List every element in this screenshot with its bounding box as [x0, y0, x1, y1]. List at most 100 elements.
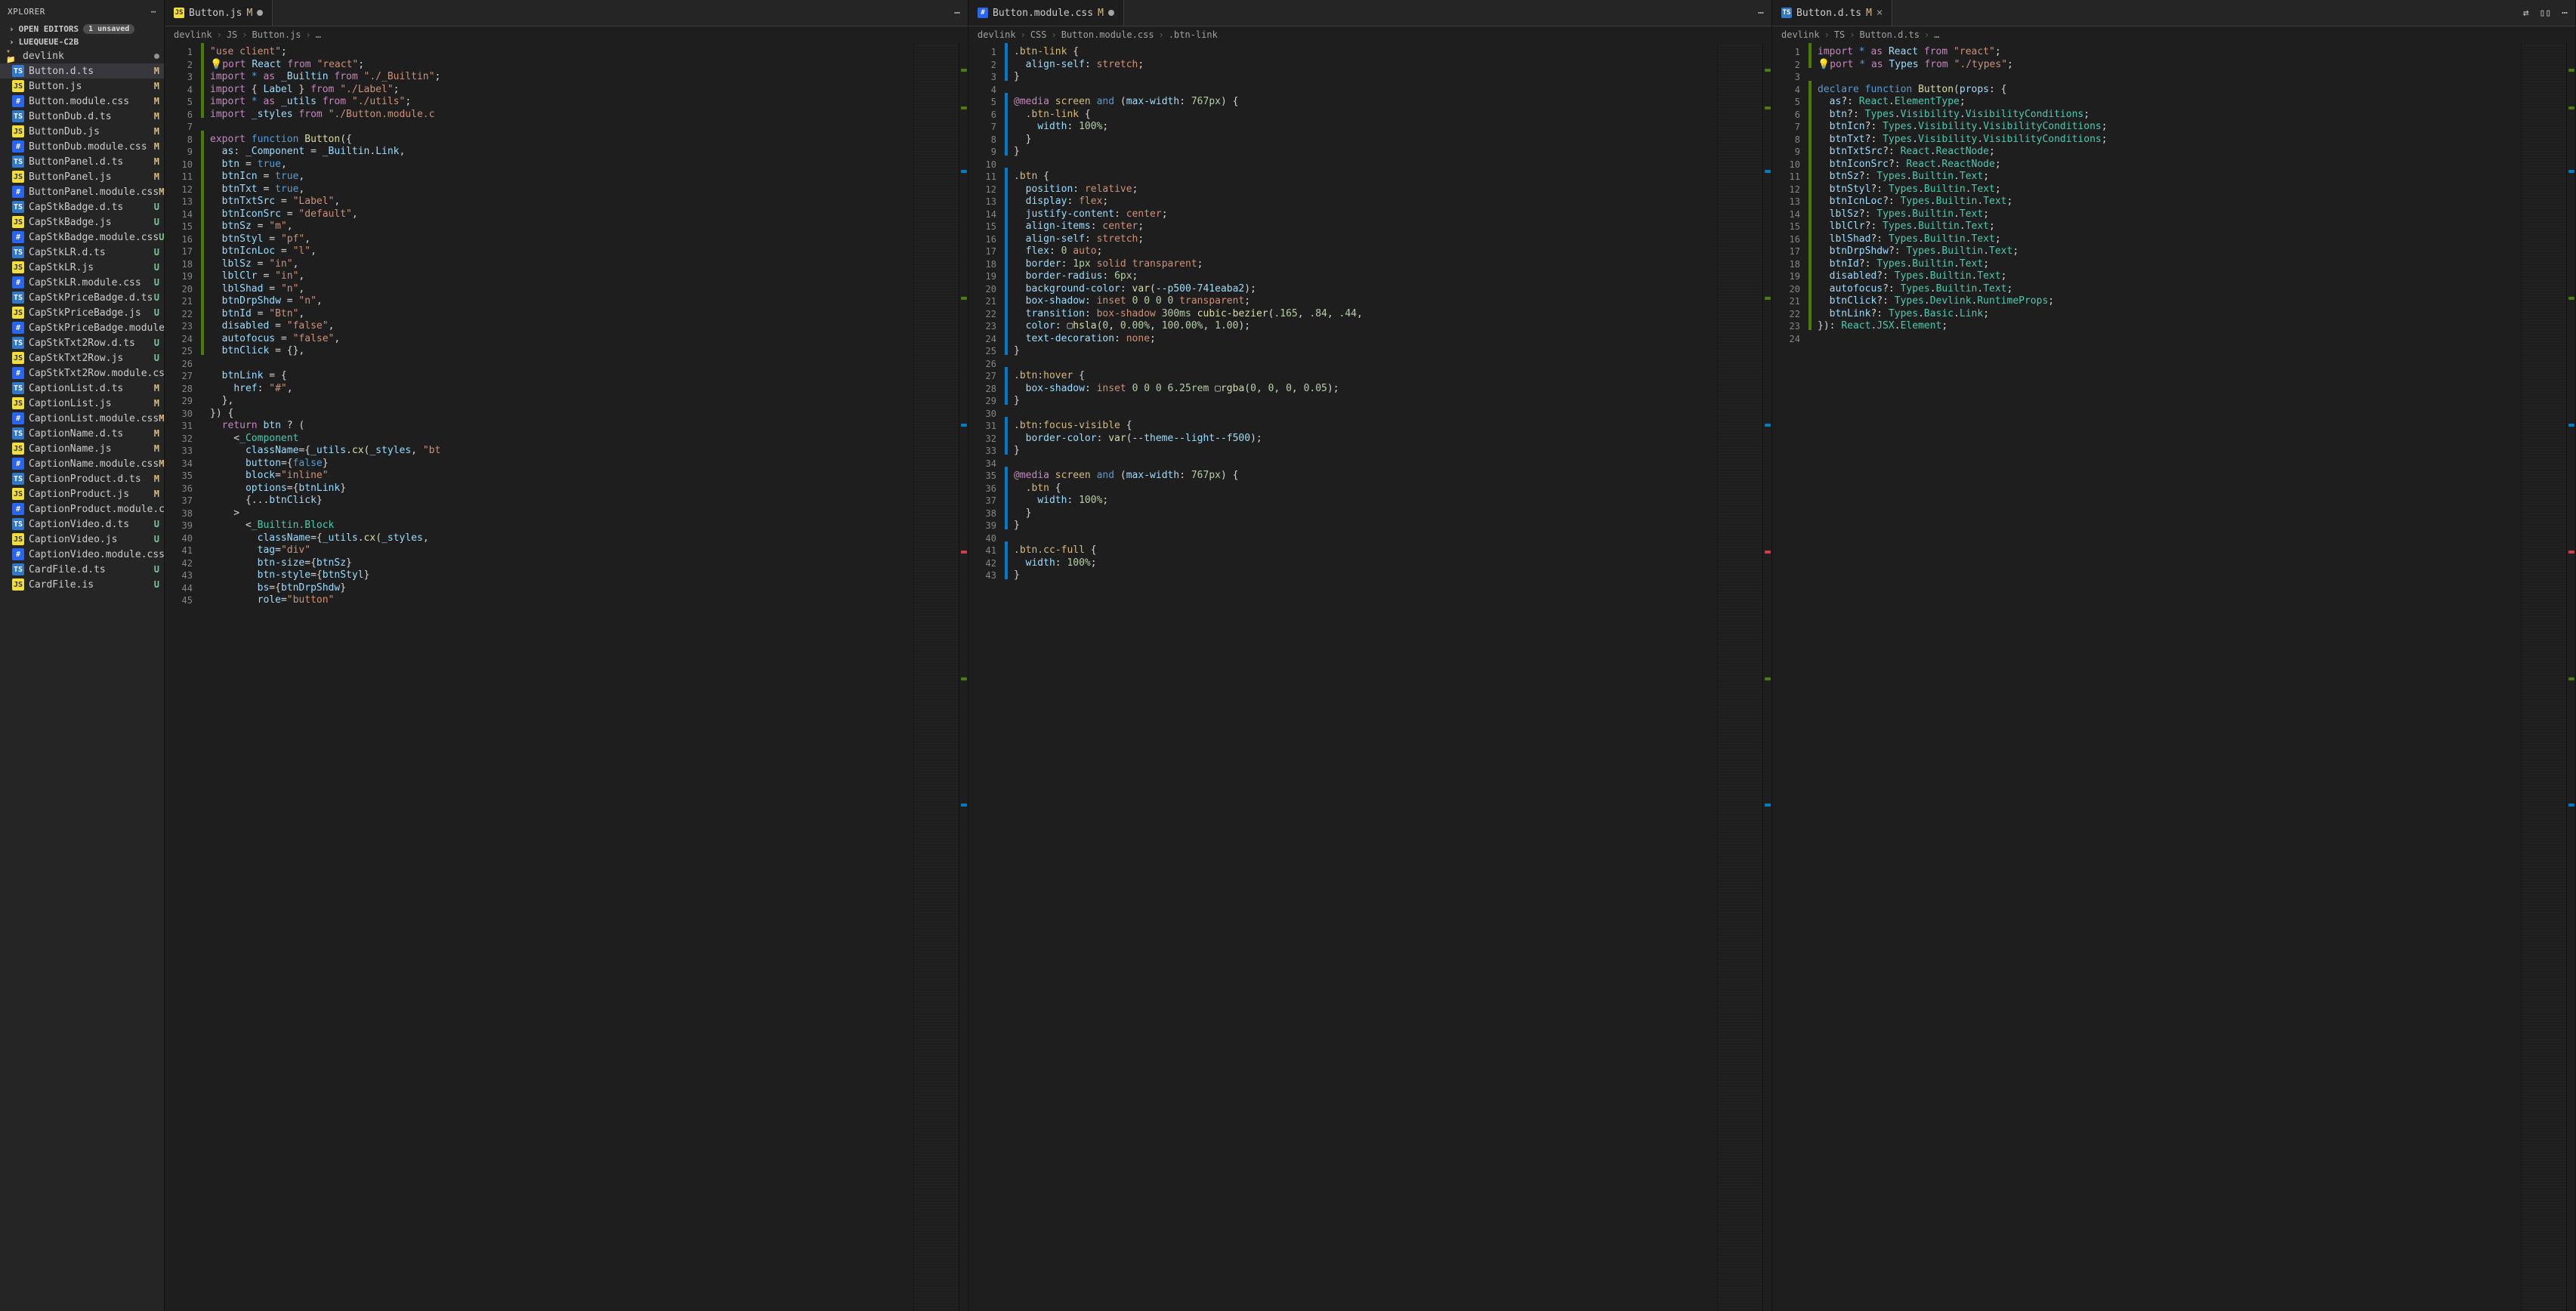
pane-more-icon[interactable]: ⋯ [1758, 8, 1764, 19]
file-item[interactable]: JSCapStkLR.jsU [0, 260, 164, 275]
minimap[interactable] [2521, 43, 2566, 1311]
file-item[interactable]: TSCapStkBadge.d.tsU [0, 199, 164, 214]
file-item[interactable]: #CapStkLR.module.cssU [0, 275, 164, 290]
file-item[interactable]: JSCapStkPriceBadge.jsU [0, 305, 164, 320]
file-item[interactable]: TSCapStkLR.d.tsU [0, 245, 164, 260]
file-item[interactable]: JSButtonDub.jsM [0, 124, 164, 139]
breadcrumb-segment[interactable]: Button.module.css [1061, 29, 1154, 40]
code-editor[interactable]: 1234567891011121314151617181920212223242… [968, 43, 1771, 1311]
editor-groups: JSButton.jsM⋯devlink›JS›Button.js›…12345… [165, 0, 2576, 1311]
breadcrumb[interactable]: devlink›TS›Button.d.ts›… [1772, 26, 2575, 43]
file-item[interactable]: JSCapStkBadge.jsU [0, 214, 164, 230]
pane-actions: ⋯ [1750, 8, 1771, 19]
explorer-header: XPLORER ⋯ [0, 0, 164, 23]
file-item[interactable]: #CapStkBadge.module.cssU [0, 230, 164, 245]
overview-ruler[interactable] [2566, 43, 2575, 1311]
file-item[interactable]: JSCaptionProduct.jsM [0, 486, 164, 501]
file-item[interactable]: TSCaptionVideo.d.tsU [0, 517, 164, 532]
file-item[interactable]: TSCapStkTxt2Row.d.tsU [0, 335, 164, 350]
editor-top-actions: ⇄ ▯▯ ⋯ [2516, 8, 2575, 19]
pane-actions: ⋯ [947, 8, 968, 19]
js-file-icon: JS [174, 8, 184, 18]
breadcrumb-segment[interactable]: JS [227, 29, 237, 40]
breadcrumb[interactable]: devlink›CSS›Button.module.css›.btn-link [968, 26, 1771, 43]
file-item[interactable]: #CaptionName.module.cssM [0, 456, 164, 471]
css-file-icon: # [12, 367, 24, 379]
file-item[interactable]: TSCaptionName.d.tsM [0, 426, 164, 441]
ts-file-icon: TS [12, 427, 24, 440]
minimap[interactable] [1717, 43, 1762, 1311]
git-status-badge: U [154, 564, 159, 575]
file-item[interactable]: JSCardFile.isU [0, 577, 164, 592]
workspace-header[interactable]: › LUEQUEUE-C2B [0, 35, 164, 48]
open-editors-header[interactable]: › OPEN EDITORS 1 unsaved [0, 23, 164, 35]
minimap[interactable] [913, 43, 959, 1311]
file-item[interactable]: #CaptionProduct.module.cssM [0, 501, 164, 517]
file-name: CaptionVideo.d.ts [29, 519, 129, 530]
split-editor-icon[interactable]: ▯▯ [2540, 8, 2552, 19]
compare-changes-icon[interactable]: ⇄ [2523, 8, 2529, 19]
js-file-icon: JS [12, 216, 24, 228]
editor-tab[interactable]: TSButton.d.tsM× [1772, 0, 1892, 26]
breadcrumb-segment[interactable]: Button.d.ts [1860, 29, 1920, 40]
file-item[interactable]: JSCaptionVideo.jsU [0, 532, 164, 547]
breadcrumb-segment[interactable]: devlink [174, 29, 212, 40]
code-editor[interactable]: 123456789101112131415161718192021222324i… [1772, 43, 2575, 1311]
folder-devlink[interactable]: ▾📁 devlink [0, 48, 164, 63]
file-item[interactable]: #Button.module.cssM [0, 94, 164, 109]
overview-ruler[interactable] [959, 43, 968, 1311]
code-content[interactable]: "use client"; 💡port React from "react"; … [204, 43, 913, 1311]
breadcrumb-segment[interactable]: TS [1834, 29, 1845, 40]
code-editor[interactable]: 1234567891011121314151617181920212223242… [165, 43, 968, 1311]
file-item[interactable]: JSCaptionList.jsM [0, 396, 164, 411]
file-item[interactable]: JSCapStkTxt2Row.jsU [0, 350, 164, 366]
breadcrumb-segment[interactable]: devlink [978, 29, 1016, 40]
code-content[interactable]: import * as React from "react"; 💡port * … [1812, 43, 2521, 1311]
file-item[interactable]: TSButtonPanel.d.tsM [0, 154, 164, 169]
file-item[interactable]: #ButtonPanel.module.cssM [0, 184, 164, 199]
file-item[interactable]: #CapStkTxt2Row.module.cssU [0, 366, 164, 381]
breadcrumb-segment[interactable]: CSS [1030, 29, 1047, 40]
pane-more-icon[interactable]: ⋯ [954, 8, 960, 19]
breadcrumb-segment[interactable]: … [1934, 29, 1939, 40]
more-icon[interactable]: ⋯ [2562, 8, 2568, 19]
file-name: CaptionList.d.ts [29, 383, 123, 394]
css-file-icon: # [12, 458, 24, 470]
tab-bar: TSButton.d.tsM× ⇄ ▯▯ ⋯ [1772, 0, 2575, 26]
file-name: CardFile.is [29, 579, 94, 591]
editor-tab[interactable]: JSButton.jsM [165, 0, 273, 26]
breadcrumb-segment[interactable]: .btn-link [1169, 29, 1218, 40]
explorer-more-icon[interactable]: ⋯ [151, 7, 156, 17]
ts-file-icon: TS [12, 110, 24, 122]
code-content[interactable]: .btn-link { align-self: stretch; } @medi… [1008, 43, 1717, 1311]
file-item[interactable]: JSButton.jsM [0, 79, 164, 94]
file-item[interactable]: TSCardFile.d.tsU [0, 562, 164, 577]
file-item[interactable]: #CapStkPriceBadge.module...U [0, 320, 164, 335]
folder-label: devlink [23, 51, 64, 62]
file-item[interactable]: TSCaptionList.d.tsM [0, 381, 164, 396]
file-item[interactable]: #CaptionList.module.cssM [0, 411, 164, 426]
file-item[interactable]: #CaptionVideo.module.cssU [0, 547, 164, 562]
js-file-icon: JS [12, 443, 24, 455]
breadcrumb-segment[interactable]: devlink [1781, 29, 1820, 40]
file-name: ButtonPanel.module.css [29, 187, 159, 198]
file-name: CapStkTxt2Row.d.ts [29, 338, 135, 349]
file-item[interactable]: TSButtonDub.d.tsM [0, 109, 164, 124]
editor-tab[interactable]: #Button.module.cssM [968, 0, 1124, 26]
file-name: CaptionProduct.module.css [29, 504, 164, 515]
file-item[interactable]: TSCapStkPriceBadge.d.tsU [0, 290, 164, 305]
file-item[interactable]: TSButton.d.tsM [0, 63, 164, 79]
unsaved-badge: 1 unsaved [83, 24, 134, 34]
git-status-badge: M [154, 96, 159, 106]
file-item[interactable]: JSButtonPanel.jsM [0, 169, 164, 184]
file-item[interactable]: JSCaptionName.jsM [0, 441, 164, 456]
file-item[interactable]: TSCaptionProduct.d.tsM [0, 471, 164, 486]
file-item[interactable]: #ButtonDub.module.cssM [0, 139, 164, 154]
breadcrumb-segment[interactable]: … [316, 29, 321, 40]
overview-ruler[interactable] [1762, 43, 1771, 1311]
js-file-icon: JS [12, 533, 24, 545]
breadcrumb[interactable]: devlink›JS›Button.js›… [165, 26, 968, 43]
breadcrumb-segment[interactable]: Button.js [252, 29, 301, 40]
close-tab-icon[interactable]: × [1876, 7, 1883, 19]
js-file-icon: JS [12, 80, 24, 92]
